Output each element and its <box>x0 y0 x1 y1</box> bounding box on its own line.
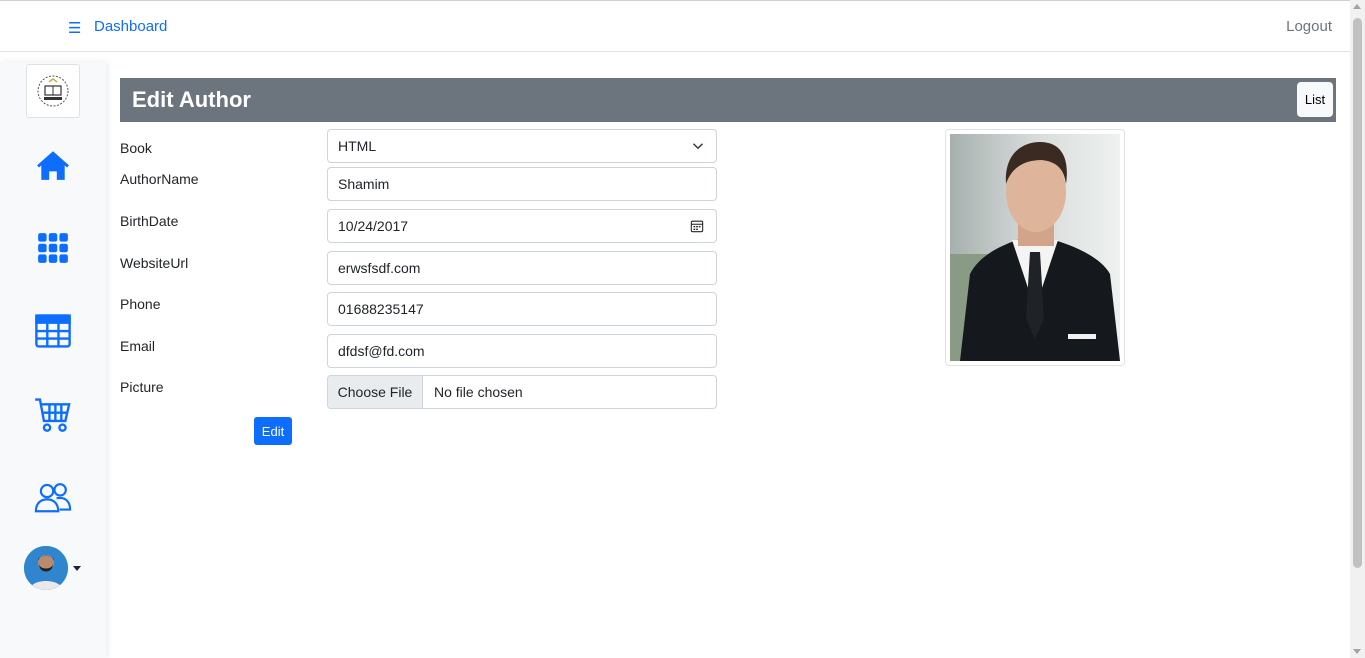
file-status-text: No file chosen <box>434 384 523 400</box>
page-header: Edit Author List <box>120 78 1336 122</box>
page-title: Edit Author <box>132 87 251 112</box>
email-value: dfdsf@fd.com <box>338 343 425 359</box>
author-photo <box>945 129 1125 366</box>
email-label: Email <box>120 338 156 354</box>
book-select-value: HTML <box>338 138 377 154</box>
birth-date-label: BirthDate <box>120 213 179 229</box>
book-label: Book <box>120 140 152 156</box>
phone-input[interactable]: 01688235147 <box>327 292 717 326</box>
scrollbar-thumb[interactable] <box>1353 18 1362 568</box>
house-icon[interactable] <box>32 144 74 186</box>
website-url-value: erwsfsdf.com <box>338 260 421 276</box>
user-menu-toggle[interactable] <box>24 546 84 590</box>
top-navbar: ☰ Dashboard Logout <box>0 0 1350 52</box>
author-name-value: Shamim <box>338 176 390 192</box>
list-button[interactable]: List <box>1297 82 1333 117</box>
grid-icon[interactable] <box>32 227 74 269</box>
library-logo[interactable] <box>26 64 80 118</box>
calendar-icon[interactable] <box>690 219 704 236</box>
users-icon[interactable] <box>32 476 74 518</box>
picture-label: Picture <box>120 379 164 395</box>
chevron-down-icon[interactable] <box>73 565 81 571</box>
page-scrollbar[interactable] <box>1350 0 1365 658</box>
website-url-input[interactable]: erwsfsdf.com <box>327 251 717 285</box>
hamburger-icon[interactable]: ☰ <box>68 19 81 37</box>
book-select[interactable]: HTML <box>327 129 717 163</box>
table-icon[interactable] <box>32 310 74 352</box>
email-input[interactable]: dfdsf@fd.com <box>327 334 717 368</box>
user-avatar[interactable] <box>24 546 68 590</box>
logout-link[interactable]: Logout <box>1286 18 1332 35</box>
dashboard-link[interactable]: Dashboard <box>94 18 167 35</box>
author-name-input[interactable]: Shamim <box>327 167 717 201</box>
birth-date-value: 10/24/2017 <box>338 218 409 234</box>
chevron-down-icon <box>692 139 704 155</box>
scroll-up-arrow-icon[interactable] <box>1353 4 1361 9</box>
sidebar <box>0 62 106 658</box>
scroll-down-arrow-icon[interactable] <box>1353 649 1361 654</box>
author-name-label: AuthorName <box>120 171 199 187</box>
birth-date-input[interactable]: 10/24/2017 <box>327 209 717 243</box>
edit-submit-button[interactable]: Edit <box>254 417 292 445</box>
phone-value: 01688235147 <box>338 301 424 317</box>
phone-label: Phone <box>120 296 161 312</box>
choose-file-button[interactable]: Choose File <box>328 376 423 408</box>
picture-file-input[interactable]: Choose File No file chosen <box>327 375 717 409</box>
cart-icon[interactable] <box>32 394 74 436</box>
website-url-label: WebsiteUrl <box>120 255 189 271</box>
